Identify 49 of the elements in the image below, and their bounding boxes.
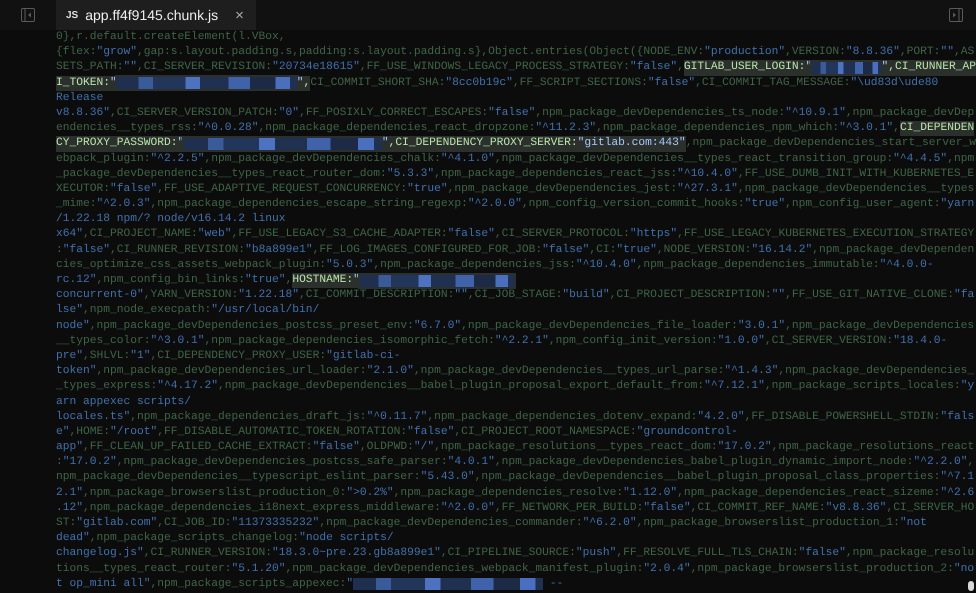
code-text: :"false",CI_RUNNER_REVISION:"b8a899e1",FF_LOG_IMAGES_CONFIGURED_FOR_JOB:"false",CI:"true",NODE_VERSION:"16.14.2",npm_package_devDependen — [56, 242, 974, 258]
code-text: changelog.js",CI_RUNNER_VERSION:"18.3.0~pre.23.gb8a899e1",CI_PIPELINE_SOURCE:"push",FF_RESOLVE_FULL_TLS_CHAIN:"false",npm_package_resolu — [56, 546, 974, 562]
file-tab[interactable]: JS app.ff4f9145.chunk.js × — [56, 0, 256, 30]
code-text: {flex:"grow",gap:s.layout.padding.s,padding:s.layout.padding.s},Object.entries(Object({NODE_ENV:"production",VERSION:"8.8.36",PORT:"",AS — [56, 45, 974, 60]
close-icon[interactable]: × — [235, 6, 244, 24]
code-text: x64",CI_PROJECT_NAME:"web",FF_USE_LEGACY_S3_CACHE_ADAPTER:"false",CI_SERVER_PROTOCOL:"https",FF_USE_LEGACY_KUBERNETES_EXECUTION_STRATEGY — [56, 227, 974, 242]
code-text: tions__types_react_router:"5.1.20",npm_package_devDependencies_webpack_manifest_plugin:"2.0.4",npm_package_browserslist_production_2:"no — [56, 562, 974, 577]
search-match: ",CI_RUNNER_AP — [881, 60, 976, 76]
code-text: pre",SHLVL:"1",CI_DEPENDENCY_PROXY_USER:"gitlab-ci- — [56, 348, 400, 364]
code-text: 0},r.default.createElement(l.VBox, — [56, 30, 286, 45]
code-text: -- — [548, 576, 564, 592]
code-text: arn appexec scripts/ — [56, 394, 192, 410]
code-text: node",npm_package_devDependencies_postcss_preset_env:"6.7.0",npm_package_devDependencies_file_loader:"3.0.1",npm_package_devDependencies — [56, 318, 974, 334]
code-text: concurrent-0",YARN_VERSION:"1.22.18",CI_COMMIT_DESCRIPTION:"",CI_JOB_STAGE:"build",CI_PROJECT_DESCRIPTION:"",FF_USE_GIT_NATIVE_CLONE:"fa — [56, 288, 974, 304]
code-text: t op_mini all",npm_package_scripts_appexec:" — [56, 576, 354, 592]
search-match: CI_DEPENDEN — [900, 121, 974, 136]
code-text: Release — [56, 90, 104, 106]
search-match: ", — [296, 76, 310, 91]
code-text: npm_package_devDependencies__typescript_eslint_parser:"5.43.0",npm_package_devDependencies__babel_plugin_proposal_class_properties:"^7.1 — [56, 470, 974, 486]
panel-toggle-icon[interactable] — [21, 8, 35, 22]
code-text: SETS_PATH:"",CI_SERVER_REVISION:"20734e18615",FF_USE_WINDOWS_LEGACY_PROCESS_STRATEGY:"false", — [56, 60, 684, 76]
code-text: ebpack_plugin:"^2.2.5",npm_package_devDependencies_chalk:"^4.1.0",npm_package_devDependencies__types_react_transition_group:"^4.4.5",npm — [56, 152, 974, 166]
code-text: .12",npm_package_dependencies_i18next_express_middleware:"^2.0.0",FF_NETWORK_PER_BUILD:"false",CI_COMMIT_REF_NAME:"v8.8.36",CI_SERVER_HO — [56, 500, 974, 516]
code-text: locales.ts",npm_package_dependencies_draft_js:"^0.11.7",npm_package_dependencies_dotenv_expand:"4.2.0",FF_DISABLE_POWERSHELL_STDIN:"fals — [56, 410, 974, 425]
code-text: ,npm_package_devDependencies_start_server_w — [686, 136, 976, 152]
code-text: :"17.0.2",npm_package_devDependencies_postcss_safe_parser:"4.0.1",npm_package_devDependencies_babel_plugin_dynamic_import_node:"^2.2.0", — [56, 455, 974, 470]
file-type-label: JS — [66, 10, 78, 20]
code-text: e",HOME:"/root",FF_DISABLE_AUTOMATIC_TOKEN_ROTATION:"false",CI_PROJECT_ROOT_NAMESPACE:"groundcontrol- — [56, 424, 738, 440]
code-text: lse",npm_node_execpath:"/usr/local/bin/ — [56, 303, 320, 318]
code-text: /1.22.18 npm/? node/v16.14.2 linux — [56, 212, 286, 228]
panel-toggle-icon[interactable] — [949, 8, 963, 22]
search-match: ",CI_DEPENDENCY_PROXY_SERVER:"gitlab.com:443" — [382, 136, 686, 152]
scrollbar-thumb[interactable] — [968, 581, 974, 591]
code-text: cies_optimize_css_assets_webpack_plugin:"5.0.3",npm_package_dependencies_jss:"^10.4.0",npm_package_dependencies_immutable:"^4.0.0- — [56, 258, 934, 273]
code-text: CI_COMMIT_SHORT_SHA:"8cc0b19c",FF_SCRIPT_SECTIONS:"false",CI_COMMIT_TAG_MESSAGE:"\ud83d\ude80 — [310, 76, 938, 91]
code-text: dead",npm_package_scripts_changelog:"node scripts/ — [56, 531, 394, 546]
code-text: _types_express:"^4.17.2",npm_package_devDependencies__babel_plugin_proposal_export_default_from:"^7.12.1",npm_package_scripts_locales:"y — [56, 379, 974, 394]
code-text: _mime:"^2.0.3",npm_package_dependencies_escape_string_regexp:"^2.0.0",npm_config_version_commit_hooks:"true",npm_config_user_agent:"yarn — [56, 197, 974, 212]
code-text: token",npm_package_devDependencies_url_loader:"2.1.0",npm_package_devDependencies__types_url_parse:"^1.4.3",npm_package_devDependencies_ — [56, 364, 974, 380]
search-match: I_TOKEN:" — [56, 76, 117, 91]
code-text: rc.12",npm_config_bin_links:"true", — [56, 273, 292, 288]
code-text: endencies__types_rss:"^0.0.28",npm_package_dependencies_react_dropzone:"^11.2.3",npm_package_dependencies_npm_which:"^3.0.1", — [56, 121, 900, 136]
code-text: __types_color:"^3.0.1",npm_package_dependencies_isomorphic_fetch:"^2.2.1",npm_config_init_version:"1.0.0",CI_SERVER_VERSION:"18.4.0- — [56, 334, 948, 349]
code-text: 2.1",npm_package_browserslist_production_0:">0.2%",npm_package_dependencies_resolve:"1.12.0",npm_package_dependencies_react_sizeme:"^2.6 — [56, 486, 974, 501]
code-text: _package_devDependencies__types_react_router_dom:"5.3.3",npm_package_dependencies_react_jss:"^10.4.0",FF_USE_DUMB_INIT_WITH_KUBERNETES_E — [56, 166, 974, 182]
code-text: XECUTOR:"false",FF_USE_ADAPTIVE_REQUEST_CONCURRENCY:"true",npm_package_devDependencies_jest:"^27.3.1",npm_package_devDependencies__types — [56, 182, 974, 197]
code-text: app",FF_CLEAN_UP_FAILED_CACHE_EXTRACT:"false",OLDPWD:"/",npm_package_resolutions__types_react_dom:"17.0.2",npm_package_resolutions_react — [56, 440, 974, 456]
code-text: v8.8.36",CI_SERVER_VERSION_PATCH:"0",FF_POSIXLY_CORRECT_ESCAPES:"false",npm_package_devDependencies_ts_node:"^10.9.1",npm_package_devDep — [56, 106, 974, 121]
code-text: ST:"gitlab.com",CI_JOB_ID:"11373335232",npm_package_devDependencies_commander:"^6.2.0",npm_package_browserslist_production_1:"not — [56, 516, 927, 531]
